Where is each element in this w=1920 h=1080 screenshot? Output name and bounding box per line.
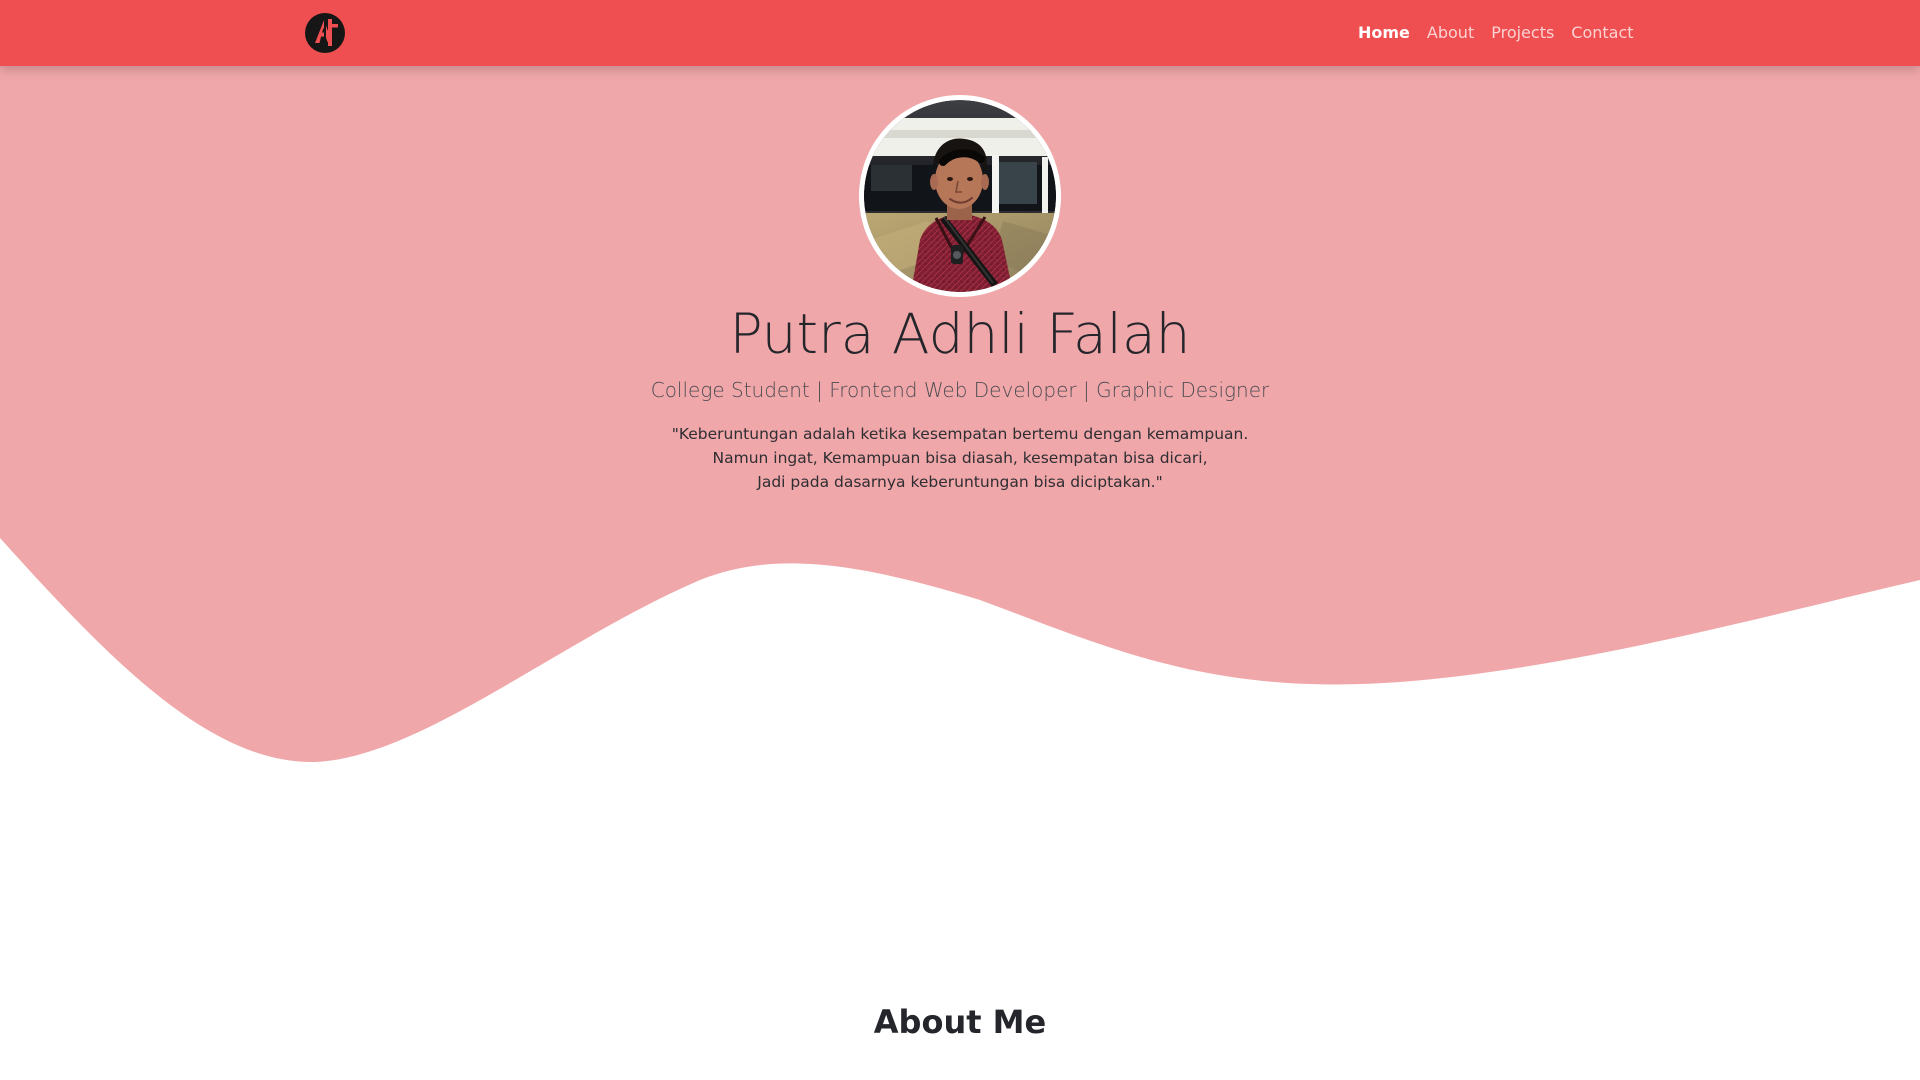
nav-home-link[interactable]: Home (1358, 22, 1410, 44)
about-section-title: About Me (873, 1003, 1047, 1041)
top-navbar: Home About Projects Contact (0, 0, 1920, 66)
nav-about-link[interactable]: About (1427, 22, 1474, 44)
quote-line-1: "Keberuntungan adalah ketika kesempatan … (671, 425, 1249, 443)
profile-subtitle: College Student | Frontend Web Developer… (650, 378, 1270, 402)
nav-links: Home About Projects Contact (1358, 22, 1634, 44)
portfolio-page: Home About Projects Contact Putra Adhli … (0, 0, 1920, 1080)
quote-line-3: Jadi pada dasarnya keberuntungan bisa di… (757, 473, 1163, 491)
profile-name: Putra Adhli Falah (729, 302, 1191, 366)
nav-projects-link[interactable]: Projects (1491, 22, 1554, 44)
pf-monogram-logo-icon[interactable] (303, 11, 347, 55)
profile-quote: "Keberuntungan adalah ketika kesempatan … (0, 422, 1920, 494)
quote-line-2: Namun ingat, Kemampuan bisa diasah, kese… (712, 449, 1208, 467)
nav-contact-link[interactable]: Contact (1571, 22, 1633, 44)
profile-photo (864, 100, 1056, 292)
profile-avatar (859, 95, 1061, 297)
